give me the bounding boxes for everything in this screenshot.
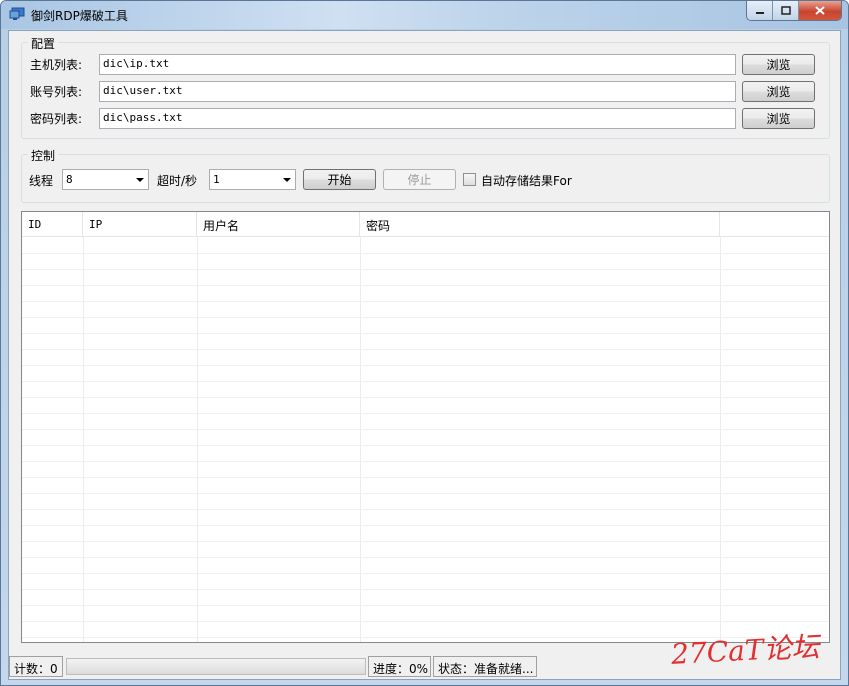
row-gridline xyxy=(22,413,829,414)
row-gridline xyxy=(22,301,829,302)
timeout-label: 超时/秒 xyxy=(157,174,198,188)
row-gridline xyxy=(22,509,829,510)
row-gridline xyxy=(22,477,829,478)
config-group: 配置 主机列表: dic\ip.txt 浏览 账号列表: dic\user.tx… xyxy=(21,35,830,139)
table-header: ID IP 用户名 密码 xyxy=(22,212,829,237)
threads-value: 8 xyxy=(66,173,73,186)
start-button[interactable]: 开始 xyxy=(303,169,376,190)
timeout-value: 1 xyxy=(213,173,220,186)
password-list-label: 密码列表: xyxy=(30,112,83,126)
config-group-label: 配置 xyxy=(28,35,59,52)
client-area: 配置 主机列表: dic\ip.txt 浏览 账号列表: dic\user.tx… xyxy=(8,30,841,680)
title-bar[interactable]: 御剑RDP爆破工具 xyxy=(1,1,848,29)
column-header-filler xyxy=(720,212,829,237)
minimize-icon xyxy=(755,11,764,14)
window-title: 御剑RDP爆破工具 xyxy=(31,9,128,23)
stop-button[interactable]: 停止 xyxy=(383,169,456,190)
threads-select[interactable]: 8 xyxy=(62,169,149,190)
row-gridline xyxy=(22,493,829,494)
row-gridline xyxy=(22,349,829,350)
close-icon xyxy=(815,6,825,15)
password-browse-button[interactable]: 浏览 xyxy=(742,108,815,129)
user-list-label: 账号列表: xyxy=(30,85,83,99)
row-gridline xyxy=(22,589,829,590)
host-list-input[interactable]: dic\ip.txt xyxy=(99,54,736,75)
row-gridline xyxy=(22,429,829,430)
row-gridline xyxy=(22,525,829,526)
row-gridline xyxy=(22,445,829,446)
remote-desktop-icon xyxy=(9,7,25,20)
results-table[interactable]: ID IP 用户名 密码 xyxy=(21,211,830,643)
row-gridline xyxy=(22,269,829,270)
window-controls xyxy=(746,1,842,21)
row-gridline xyxy=(22,365,829,366)
control-group-label: 控制 xyxy=(28,147,59,164)
chevron-down-icon xyxy=(136,178,144,182)
row-gridline xyxy=(22,461,829,462)
row-gridline xyxy=(22,573,829,574)
row-gridline xyxy=(22,317,829,318)
password-list-input[interactable]: dic\pass.txt xyxy=(99,108,736,129)
column-divider xyxy=(360,237,361,642)
column-divider xyxy=(197,237,198,642)
chevron-down-icon xyxy=(283,178,291,182)
maximize-button[interactable] xyxy=(773,1,799,20)
host-list-label: 主机列表: xyxy=(30,58,83,72)
minimize-button[interactable] xyxy=(747,1,773,20)
column-header-username[interactable]: 用户名 xyxy=(197,212,360,237)
column-divider xyxy=(83,237,84,642)
count-panel: 计数：0 xyxy=(9,656,63,677)
row-gridline xyxy=(22,397,829,398)
row-gridline xyxy=(22,253,829,254)
app-window: 御剑RDP爆破工具 配置 主机列表: dic\ip.txt 浏览 账号列表: d… xyxy=(0,0,849,686)
maximize-icon xyxy=(780,6,791,15)
column-header-password[interactable]: 密码 xyxy=(360,212,720,237)
autosave-checkbox[interactable] xyxy=(463,173,476,186)
watermark-logo: 27CaT论坛 xyxy=(670,630,821,671)
row-gridline xyxy=(22,541,829,542)
threads-label: 线程 xyxy=(29,174,54,188)
autosave-label: 自动存储结果For xyxy=(481,174,572,188)
user-browse-button[interactable]: 浏览 xyxy=(742,81,815,102)
timeout-select[interactable]: 1 xyxy=(209,169,296,190)
column-header-ip[interactable]: IP xyxy=(83,212,197,237)
row-gridline xyxy=(22,381,829,382)
progress-bar xyxy=(66,658,366,675)
row-gridline xyxy=(22,621,829,622)
row-gridline xyxy=(22,333,829,334)
row-gridline xyxy=(22,605,829,606)
column-header-id[interactable]: ID xyxy=(22,212,83,237)
table-body xyxy=(22,237,829,642)
progress-panel: 进度：0% xyxy=(368,656,431,677)
row-gridline xyxy=(22,285,829,286)
row-gridline xyxy=(22,557,829,558)
column-divider xyxy=(720,237,721,642)
host-browse-button[interactable]: 浏览 xyxy=(742,54,815,75)
control-group: 控制 线程 8 超时/秒 1 开始 停止 自动存储结果For xyxy=(21,147,830,203)
user-list-input[interactable]: dic\user.txt xyxy=(99,81,736,102)
state-panel: 状态：准备就绪... xyxy=(433,656,537,677)
close-button[interactable] xyxy=(799,1,841,20)
